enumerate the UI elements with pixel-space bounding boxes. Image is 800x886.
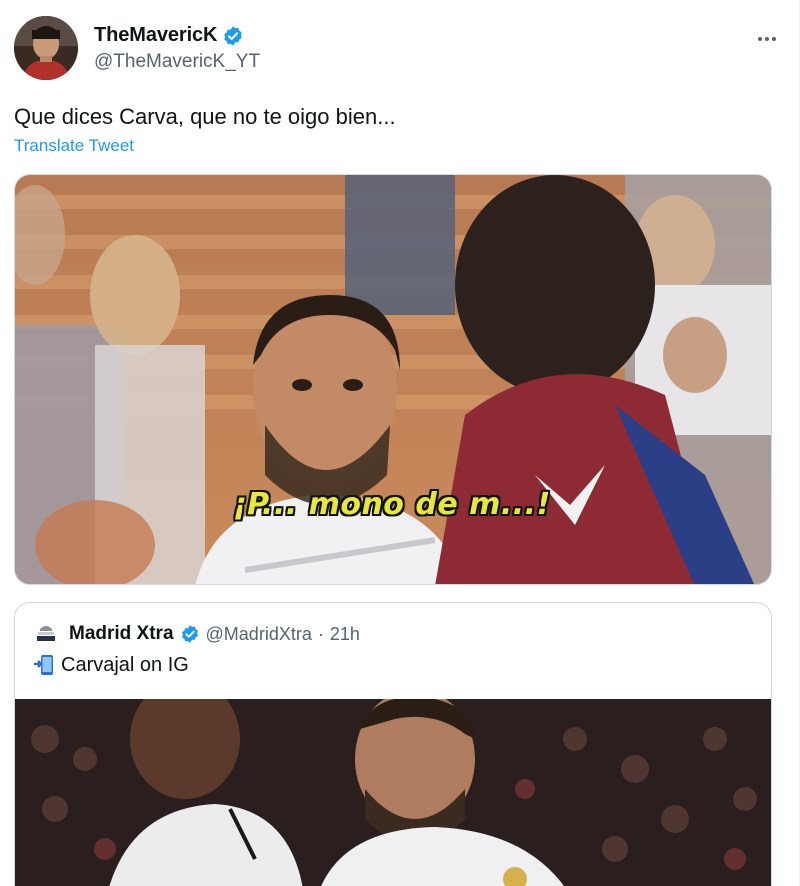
image-caption: ¡P... mono de m...!: [233, 487, 551, 522]
quoted-tweet[interactable]: Madrid Xtra @MadridXtra · 21h Carvajal o…: [14, 602, 772, 886]
avatar[interactable]: [14, 16, 78, 80]
mobile-phone-arrow-icon: [33, 653, 57, 677]
separator-dot: ·: [317, 623, 324, 644]
quoted-author-handle[interactable]: @MadridXtra: [206, 624, 312, 645]
more-options-icon[interactable]: [750, 24, 784, 54]
tweet-image[interactable]: ¡P... mono de m...!: [14, 174, 772, 585]
quoted-tweet-text: Carvajal on IG: [61, 653, 189, 676]
quoted-tweet-image[interactable]: [15, 699, 771, 886]
quoted-tweet-text-row: Carvajal on IG: [33, 653, 189, 677]
verified-badge-icon: [180, 624, 200, 644]
quoted-author-name[interactable]: Madrid Xtra: [69, 623, 174, 645]
tweet-text: Que dices Carva, que no te oigo bien...: [14, 104, 396, 129]
quoted-tweet-header: Madrid Xtra @MadridXtra · 21h: [33, 621, 360, 647]
translate-tweet-link[interactable]: Translate Tweet: [14, 136, 134, 156]
madrid-xtra-logo-icon[interactable]: [33, 621, 59, 647]
verified-badge-icon: [222, 25, 244, 47]
quoted-tweet-time[interactable]: 21h: [330, 624, 360, 645]
author-handle[interactable]: @TheMavericK_YT: [94, 51, 260, 73]
tweet-header: TheMavericK @TheMavericK_YT: [14, 16, 784, 82]
author-display-name[interactable]: TheMavericK: [94, 24, 218, 47]
author-names: TheMavericK @TheMavericK_YT: [94, 24, 260, 73]
